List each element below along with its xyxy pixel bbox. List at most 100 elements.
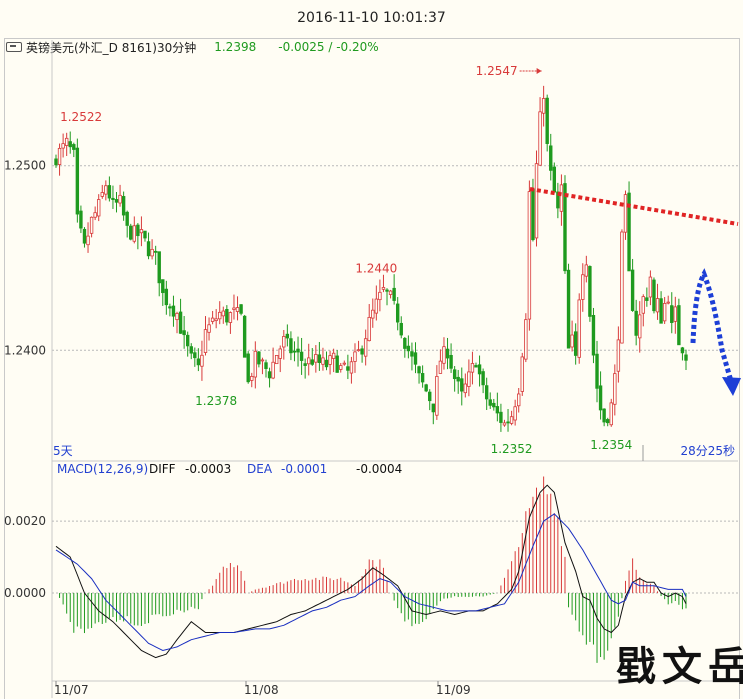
candle <box>235 296 240 321</box>
candle-body <box>495 406 500 414</box>
candle-body <box>388 290 393 295</box>
candle-body <box>648 276 653 298</box>
candle <box>588 265 592 322</box>
candle-body <box>623 194 628 233</box>
candle <box>566 263 571 349</box>
candle-body <box>645 297 649 301</box>
candle-body <box>314 354 318 363</box>
chart-canvas[interactable]: 1.2500 1.2400 1.2522 1.2378 1.2440 1.2352 1.2… <box>0 0 743 698</box>
candle <box>104 180 108 201</box>
candle-body <box>363 338 368 357</box>
candle-body <box>616 339 621 372</box>
candle <box>299 337 304 375</box>
candle <box>378 279 382 312</box>
candle-body <box>502 422 507 426</box>
candle <box>114 192 119 213</box>
candle-body <box>417 366 421 374</box>
candle <box>356 340 361 352</box>
candle <box>321 347 325 371</box>
candle <box>538 97 542 166</box>
candle <box>517 388 521 413</box>
candle <box>431 403 435 425</box>
candle-body <box>456 376 460 382</box>
candle <box>164 280 169 315</box>
candle-body <box>438 360 443 374</box>
candle-body <box>242 315 247 358</box>
candle-body <box>559 184 564 212</box>
candle <box>68 131 72 154</box>
candle-body <box>274 355 279 365</box>
candle-body <box>150 248 154 257</box>
candle <box>591 307 596 364</box>
macd-tick-label: 0.0020 <box>4 514 46 528</box>
candle-body <box>232 307 236 310</box>
candle <box>463 373 468 398</box>
candle-body <box>353 351 357 362</box>
candle <box>435 365 439 420</box>
candle-body <box>641 296 645 314</box>
candle <box>246 351 250 384</box>
candle-body <box>324 359 329 368</box>
candle <box>385 288 389 306</box>
candle <box>641 294 645 327</box>
candle-body <box>97 199 101 217</box>
candle-body <box>285 333 290 339</box>
candle-body <box>339 365 343 370</box>
candle-body <box>477 364 482 375</box>
macd-indicator-label[interactable]: MACD(12,26,9) <box>57 462 148 476</box>
candle <box>200 340 204 381</box>
candle-body <box>146 241 151 257</box>
candle-body <box>655 298 660 313</box>
candle-body <box>552 166 557 193</box>
candle-body <box>221 310 225 317</box>
candle-body <box>673 306 678 322</box>
candle <box>513 399 517 426</box>
candle-body <box>506 421 510 424</box>
candle-body <box>680 347 685 354</box>
candle-body <box>271 361 275 379</box>
candle-body <box>374 298 379 314</box>
candle <box>627 181 631 272</box>
candle <box>171 295 176 327</box>
candle <box>79 205 83 234</box>
forecast-path <box>690 268 734 382</box>
candle <box>477 355 482 387</box>
candle-body <box>595 353 599 389</box>
price-annotation: 1.2354 <box>590 438 632 452</box>
candle-body <box>566 269 571 349</box>
candle <box>232 294 236 320</box>
candle-body <box>246 353 250 383</box>
candle-body <box>250 376 254 381</box>
candle <box>324 351 329 371</box>
candle <box>100 184 104 199</box>
price-annotation: 1.2440 <box>355 261 397 275</box>
candle <box>605 417 610 427</box>
candle-body <box>321 357 325 365</box>
candle-body <box>171 305 176 317</box>
candle-body <box>253 350 258 378</box>
candle <box>645 287 649 307</box>
bar-countdown: 28分25秒 <box>680 444 735 458</box>
candle-body <box>670 305 674 323</box>
candle <box>157 251 161 297</box>
candle <box>584 255 589 283</box>
candle <box>623 190 628 240</box>
candle-body <box>196 358 201 366</box>
candle <box>97 194 101 222</box>
candle <box>75 138 80 223</box>
candle-body <box>517 393 521 407</box>
candle-body <box>257 351 261 365</box>
candle <box>406 335 411 359</box>
price-annotation: 1.2522 <box>60 110 102 124</box>
candle-body <box>68 141 72 148</box>
candle <box>253 341 258 389</box>
period-label[interactable]: 5天 <box>53 444 73 458</box>
candle-body <box>64 137 69 146</box>
candle <box>662 297 667 324</box>
candle-body <box>278 348 282 359</box>
candle-body <box>406 345 411 352</box>
candle <box>577 293 581 364</box>
candle <box>424 383 428 393</box>
candle-body <box>175 312 179 321</box>
candle-body <box>488 399 492 406</box>
